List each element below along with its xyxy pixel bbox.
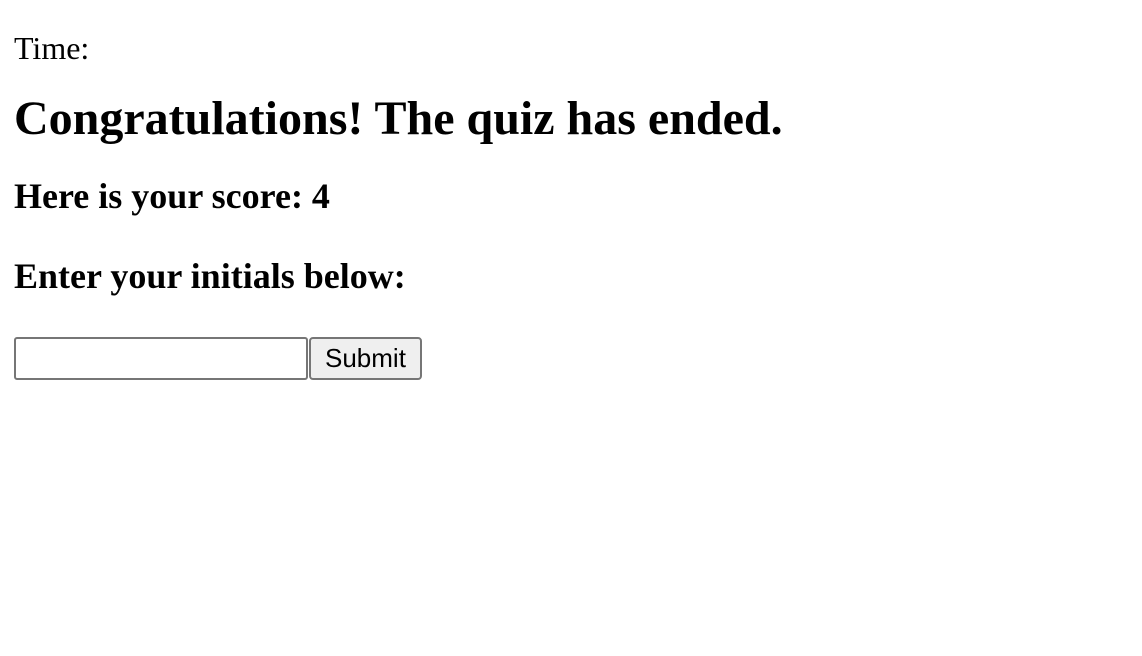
initials-form: Submit	[14, 336, 1128, 380]
quiz-end-page: Time: Congratulations! The quiz has ende…	[0, 0, 1142, 380]
timer-label: Time:	[14, 30, 90, 66]
score-heading: Here is your score: 4	[14, 176, 330, 216]
quiz-ended-heading: Congratulations! The quiz has ended.	[14, 92, 783, 145]
initials-input[interactable]	[14, 336, 308, 380]
submit-button[interactable]: Submit	[309, 336, 422, 380]
initials-prompt: Enter your initials below:	[14, 256, 406, 296]
